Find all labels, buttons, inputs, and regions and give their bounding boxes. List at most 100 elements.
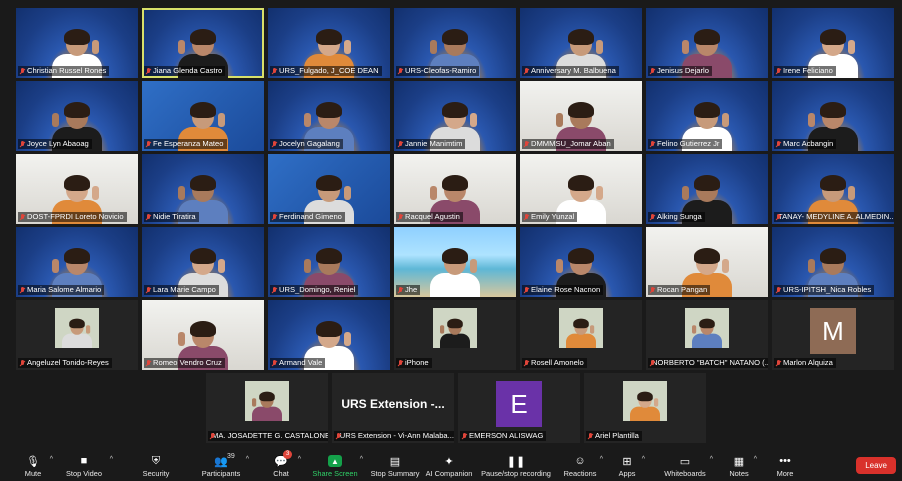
participant-name: Lara Marie Campo [153,285,216,294]
muted-microphone-icon [398,140,403,148]
participant-name: Jiana Glenda Castro [153,66,223,75]
video-tile[interactable]: Rosell Amonelo [520,300,642,370]
video-tile[interactable]: Jiana Glenda Castro [142,8,264,78]
video-tile[interactable]: TANAY- MEDYLINE A. ALMEDIN... [772,154,894,224]
participant-name: URS_Fulgado, J_COE DEAN [279,66,379,75]
video-tile[interactable]: E EMERSON ALISWAG [458,373,580,443]
participant-name-tag: Maria Salome Almario [18,285,105,295]
participant-video [60,317,95,348]
chevron-up-icon[interactable]: ^ [110,456,113,463]
security-button[interactable]: ⛨ Security [134,450,178,481]
chevron-up-icon[interactable]: ^ [710,456,713,463]
participant-name-tag: Romeo Vendro Cruz [144,358,225,368]
video-tile[interactable]: Nidie Tiratira [142,154,264,224]
chevron-up-icon[interactable]: ^ [246,456,249,463]
notes-button[interactable]: ▦ ^ Notes [724,450,757,481]
video-tile[interactable]: Racquel Agustin [394,154,516,224]
chat-button[interactable]: 💬 3 ^ Chat [264,450,301,481]
video-tile[interactable]: URS_Fulgado, J_COE DEAN [268,8,390,78]
participant-name: Anniversary M. Balbuena [531,66,616,75]
participant-name: MA. JOSADETTE G. CASTALONE [212,431,328,440]
video-tile[interactable]: URS Extension -... URS Extension - Vi-Ann… [332,373,454,443]
video-tile[interactable]: Fe Esperanza Mateo [142,81,264,151]
pause-recording-button[interactable]: ❚❚ Pause/stop recording [478,450,554,481]
participant-name: Alking Sunga [657,212,702,221]
participant-name-tag: Rocan Pangan [648,285,711,295]
display-name-large: URS Extension -... [341,397,445,411]
participants-button[interactable]: 👥 39 ^ Participants [196,450,249,481]
muted-microphone-icon [20,213,25,221]
participant-name: Nidie Tiratira [153,212,196,221]
participant-name-tag: Marc Acbangin [774,139,837,149]
video-tile[interactable]: Emily Yunzal [520,154,642,224]
chevron-up-icon[interactable]: ^ [600,456,603,463]
participant-name: URS-Cleofas-Ramiro [405,66,477,75]
more-button[interactable]: ••• More [770,450,800,481]
chevron-up-icon[interactable]: ^ [298,456,301,463]
video-tile[interactable]: URS-Cleofas-Ramiro [394,8,516,78]
apps-label: Apps [618,469,636,478]
video-tile[interactable]: Elaine Rose Nacnon [520,227,642,297]
participant-name: Rosell Amonelo [531,358,584,367]
muted-microphone-icon [398,359,403,367]
video-tile[interactable]: URS_Domingo, Reniel [268,227,390,297]
chevron-up-icon[interactable]: ^ [754,456,757,463]
video-tile[interactable]: Jhe [394,227,516,297]
apps-button[interactable]: ⊞ ^ Apps [612,450,645,481]
muted-microphone-icon [588,432,593,440]
video-tile[interactable]: iPhone [394,300,516,370]
video-tile[interactable]: Joyce Lyn Abaoag [16,81,138,151]
video-tile[interactable]: URS-IPITSH_Nica Robles [772,227,894,297]
muted-microphone-icon [650,67,655,75]
muted-microphone-icon [146,213,151,221]
muted-microphone-icon [398,67,403,75]
chevron-up-icon[interactable]: ^ [360,456,363,463]
muted-microphone-icon [20,286,25,294]
video-tile[interactable]: Jannie Manimtim [394,81,516,151]
video-tile[interactable]: Marc Acbangin [772,81,894,151]
participant-name: URS-IPITSH_Nica Robles [783,285,872,294]
video-tile[interactable]: Alking Sunga [646,154,768,224]
video-tile[interactable]: Christian Russel Rones [16,8,138,78]
chevron-up-icon[interactable]: ^ [642,456,645,463]
share-screen-button[interactable]: ▲ ^ Share Screen [310,450,363,481]
video-tile[interactable]: Angeluzel Tonido-Reyes [16,300,138,370]
video-tile[interactable]: DOST-FPRDI Loreto Novicio [16,154,138,224]
video-tile[interactable]: Felino Gutierrez Jr [646,81,768,151]
video-tile[interactable]: M Marlon Alquiza [772,300,894,370]
participant-name-tag: EMERSON ALISWAG [460,431,547,441]
stop-video-button[interactable]: ■ ^ Stop Video [58,450,113,481]
participant-name: Ariel Plantilla [595,431,639,440]
video-tile[interactable]: Irene Feliciano [772,8,894,78]
reactions-button[interactable]: ☺ ^ Reactions [560,450,603,481]
participant-name-tag: Jenisus Dejarlo [648,66,712,76]
ai-companion-button[interactable]: ✦ AI Companion [422,450,476,481]
share-screen-icon: ▲ [328,455,342,467]
sparkle-icon: ✦ [444,455,454,468]
video-tile[interactable]: Jenisus Dejarlo [646,8,768,78]
video-tile[interactable]: Ferdinand Gimeno [268,154,390,224]
stop-summary-button[interactable]: ▤ Stop Summary [368,450,422,481]
whiteboards-button[interactable]: ▭ ^ Whiteboards [660,450,713,481]
muted-microphone-icon [524,359,529,367]
video-tile[interactable]: Lara Marie Campo [142,227,264,297]
video-tile[interactable]: Romeo Vendro Cruz [142,300,264,370]
chevron-up-icon[interactable]: ^ [50,456,53,463]
video-tile[interactable]: Armand Vale [268,300,390,370]
video-tile[interactable]: Rocan Pangan [646,227,768,297]
profile-photo [623,381,667,421]
muted-microphone-icon [398,286,403,294]
participant-name-tag: Armand Vale [270,358,326,368]
video-tile[interactable]: Maria Salome Almario [16,227,138,297]
participant-name-tag: MA. JOSADETTE G. CASTALONE [208,431,328,441]
video-tile[interactable]: Anniversary M. Balbuena [520,8,642,78]
muted-microphone-icon [524,213,529,221]
leave-button[interactable]: Leave [856,457,896,474]
video-tile[interactable]: DMMMSU_Jomar Aban [520,81,642,151]
video-tile[interactable]: NORBERTO "BATCH" NATANO (... [646,300,768,370]
mute-button[interactable]: 🎙 ^ Mute [16,450,53,481]
video-tile[interactable]: MA. JOSADETTE G. CASTALONE [206,373,328,443]
gallery-row: Angeluzel Tonido-Reyes Romeo Vendro Cruz A… [16,300,896,370]
video-tile[interactable]: Ariel Plantilla [584,373,706,443]
video-tile[interactable]: Jocelyn Gagalang [268,81,390,151]
